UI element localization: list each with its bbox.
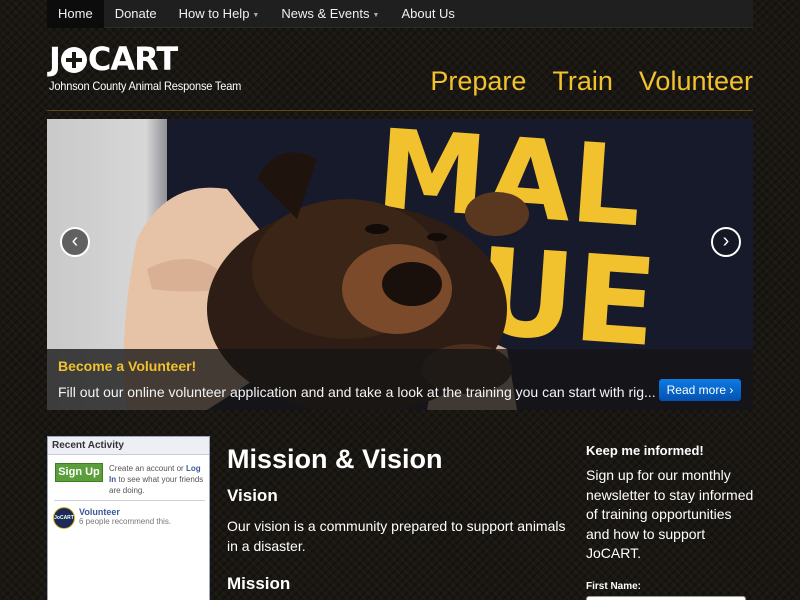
nav-how-to-help[interactable]: How to Help ▼ xyxy=(168,0,271,28)
first-name-label: First Name: xyxy=(586,580,642,592)
mission-title: Mission & Vision xyxy=(227,444,443,474)
mission-heading: Mission xyxy=(227,574,291,593)
fb-text-before: Create an account or xyxy=(109,464,184,473)
carousel-caption: Become a Volunteer! Fill out our online … xyxy=(47,349,753,410)
carousel-next-button[interactable]: › xyxy=(711,227,741,257)
nav-about-us-label: About Us xyxy=(401,5,455,21)
nav-news-events[interactable]: News & Events ▼ xyxy=(270,0,390,28)
first-name-field[interactable] xyxy=(586,595,746,600)
logo-wordmark: J CART xyxy=(49,43,249,76)
widget-header: Recent Activity xyxy=(48,437,209,455)
caption-title: Become a Volunteer! xyxy=(58,358,197,374)
facebook-signup-text: Create an account or Log In to see what … xyxy=(109,463,207,496)
activity-page-link[interactable]: Volunteer xyxy=(79,507,171,517)
mission-section: Mission & Vision Vision Our vision is a … xyxy=(227,443,572,595)
nav-how-to-help-label: How to Help xyxy=(178,5,250,21)
logo-letter-j: J xyxy=(49,40,61,78)
cross-circle-icon xyxy=(60,46,87,73)
carousel-prev-button[interactable]: ‹ xyxy=(60,227,90,257)
chevron-left-icon: ‹ xyxy=(71,230,79,252)
caret-down-icon: ▼ xyxy=(252,11,260,19)
nav-donate[interactable]: Donate xyxy=(104,0,168,28)
activity-item-text: Volunteer 6 people recommend this. xyxy=(79,507,171,529)
read-more-button[interactable]: Read more › xyxy=(659,379,741,401)
avatar[interactable]: JoCART xyxy=(53,507,75,529)
fb-text-after: to see what your friends are doing. xyxy=(109,475,204,495)
main-nav: Prepare Train Volunteer xyxy=(430,66,753,97)
nav-home[interactable]: Home xyxy=(47,0,104,28)
logo-letters-cart: CART xyxy=(87,40,178,78)
nav-home-label: Home xyxy=(58,5,93,21)
caption-text: Fill out our online volunteer applicatio… xyxy=(58,384,656,400)
widget-divider xyxy=(54,500,205,501)
nav-donate-label: Donate xyxy=(114,5,157,21)
recommend-count: 6 people recommend this. xyxy=(79,517,172,526)
site-logo[interactable]: J CART Johnson County Animal Response Te… xyxy=(49,43,249,99)
logo-subtitle: Johnson County Animal Response Team xyxy=(49,79,242,93)
chevron-right-icon: › xyxy=(722,230,730,252)
vision-heading: Vision xyxy=(227,486,278,505)
nav-about-us[interactable]: About Us xyxy=(390,0,465,28)
vision-text: Our vision is a community prepared to su… xyxy=(227,518,566,554)
facebook-signup-button[interactable]: Sign Up xyxy=(55,463,103,482)
header-divider xyxy=(47,110,753,111)
hero-carousel: MAL UE ‹ › Become a Volunteer! Fill out … xyxy=(47,119,753,410)
main-nav-train[interactable]: Train xyxy=(552,66,613,97)
main-nav-prepare[interactable]: Prepare xyxy=(430,66,526,97)
nav-news-events-label: News & Events xyxy=(281,5,370,21)
newsletter-signup: Keep me informed! Sign up for our monthl… xyxy=(586,442,756,600)
signup-text: Sign up for our monthly newsletter to st… xyxy=(586,467,754,561)
top-nav-bar: Home Donate How to Help ▼ News & Events ▼ … xyxy=(47,0,753,28)
facebook-signup-row: Sign Up Create an account or Log In to s… xyxy=(55,463,207,496)
signup-heading: Keep me informed! xyxy=(586,443,704,458)
main-nav-volunteer[interactable]: Volunteer xyxy=(639,66,753,97)
activity-item: JoCART Volunteer 6 people recommend this… xyxy=(53,507,171,529)
facebook-activity-widget: Recent Activity Sign Up Create an accoun… xyxy=(47,436,210,600)
caret-down-icon: ▼ xyxy=(372,11,380,19)
